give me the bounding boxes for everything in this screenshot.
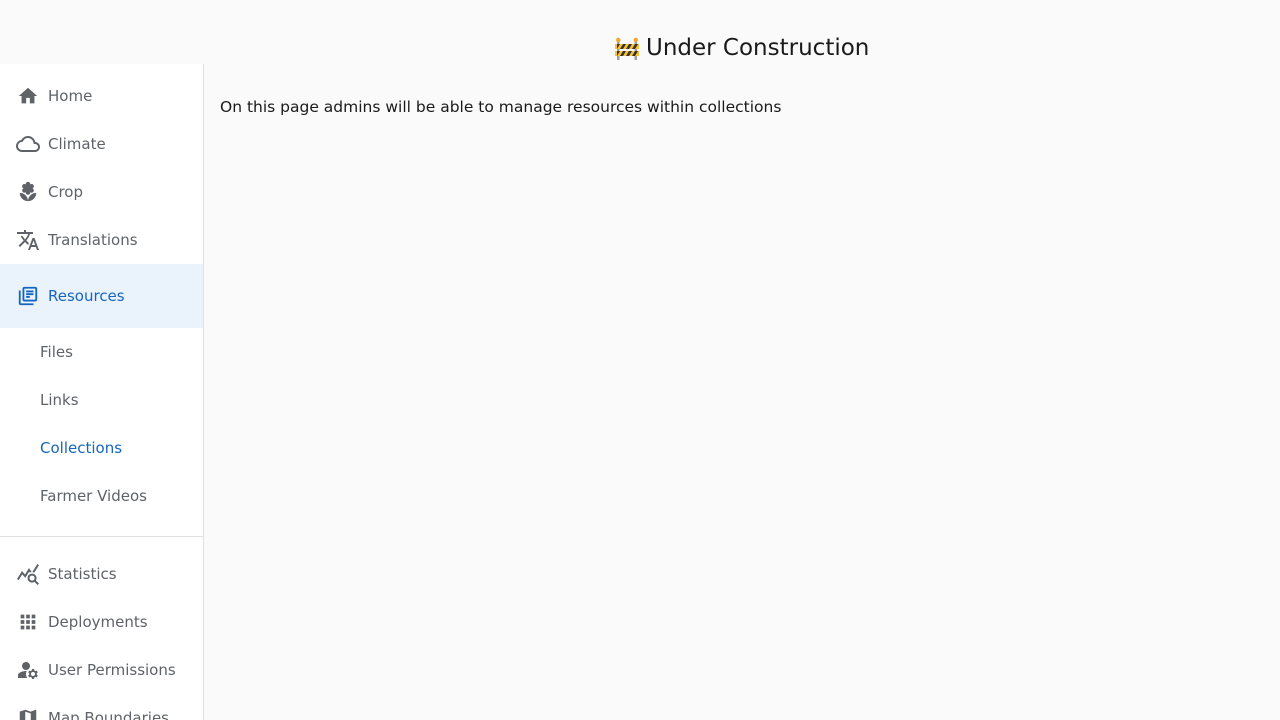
- sidebar-divider: [0, 536, 203, 537]
- sidebar-subitem-label: Links: [40, 391, 79, 409]
- sidebar-subitem-collections[interactable]: Collections: [0, 424, 203, 472]
- sidebar: Home Climate Crop Translations Resources: [0, 64, 204, 720]
- construction-barrier-icon: [614, 36, 640, 60]
- sidebar-item-translations[interactable]: Translations: [0, 216, 203, 264]
- sidebar-item-label: Home: [48, 87, 93, 105]
- library-books-icon: [16, 284, 40, 308]
- sidebar-item-label: Crop: [48, 183, 84, 201]
- page-title-text: Under Construction: [646, 35, 870, 61]
- sidebar-item-resources[interactable]: Resources: [0, 264, 203, 328]
- sidebar-subitem-farmer-videos[interactable]: Farmer Videos: [0, 472, 203, 520]
- sidebar-item-climate[interactable]: Climate: [0, 120, 203, 168]
- sidebar-item-crop[interactable]: Crop: [0, 168, 203, 216]
- page-title: Under Construction: [614, 30, 869, 66]
- sidebar-subitem-label: Farmer Videos: [40, 487, 147, 505]
- seedling-icon: [16, 180, 40, 204]
- home-icon: [16, 84, 40, 108]
- sidebar-item-label: Map Boundaries: [48, 709, 169, 720]
- sidebar-item-map-boundaries[interactable]: Map Boundaries: [0, 694, 203, 720]
- top-bar: Under Construction: [0, 0, 1280, 64]
- sidebar-subitem-files[interactable]: Files: [0, 328, 203, 376]
- sidebar-item-label: Resources: [48, 287, 125, 305]
- sidebar-subitem-label: Collections: [40, 439, 123, 457]
- sidebar-item-label: Statistics: [48, 565, 117, 583]
- query-stats-icon: [16, 562, 40, 586]
- sidebar-item-home[interactable]: Home: [0, 72, 203, 120]
- manage-accounts-icon: [16, 658, 40, 682]
- sidebar-item-label: Translations: [48, 231, 138, 249]
- apps-grid-icon: [16, 610, 40, 634]
- sidebar-item-deployments[interactable]: Deployments: [0, 598, 203, 646]
- sidebar-item-label: User Permissions: [48, 661, 176, 679]
- sidebar-item-label: Climate: [48, 135, 106, 153]
- sidebar-subitem-links[interactable]: Links: [0, 376, 203, 424]
- construction-message: On this page admins will be able to mana…: [220, 98, 782, 116]
- cloud-icon: [16, 132, 40, 156]
- sidebar-item-statistics[interactable]: Statistics: [0, 550, 203, 598]
- sidebar-item-label: Deployments: [48, 613, 148, 631]
- sidebar-subitem-label: Files: [40, 343, 73, 361]
- translate-icon: [16, 228, 40, 252]
- map-icon: [16, 706, 40, 720]
- sidebar-item-user-permissions[interactable]: User Permissions: [0, 646, 203, 694]
- app-root: Under Construction Home Climate Crop Tra…: [0, 0, 1280, 720]
